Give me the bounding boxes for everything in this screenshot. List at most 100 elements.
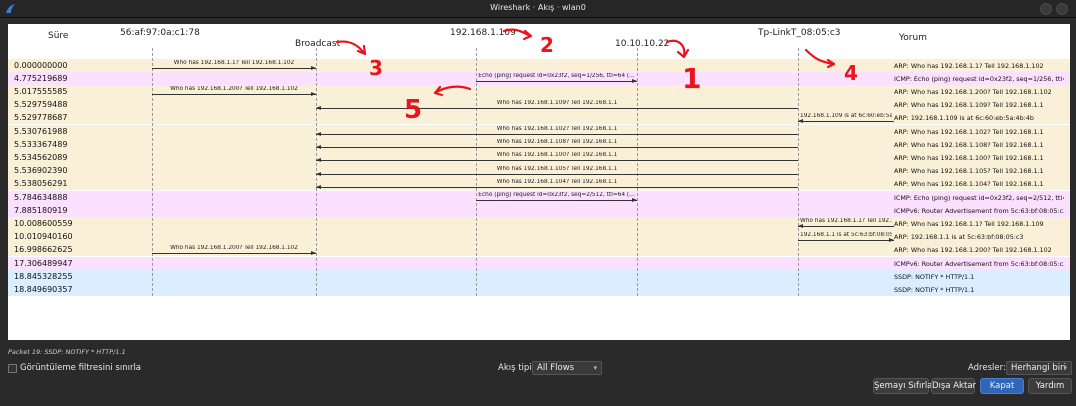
close-window-button[interactable] xyxy=(1056,3,1068,15)
row-time: 5.529759488 xyxy=(14,100,68,110)
arrowhead xyxy=(316,184,321,189)
addresses-value: Herhangi biri xyxy=(1011,363,1067,373)
flow-graph-window: Wireshark · Akış · wlan0 Süre Yorum 56:a… xyxy=(0,0,1076,406)
arrowhead xyxy=(311,250,316,255)
flow-row[interactable]: 10.010940160 ARP: 192.168.1.1 is at 5c:63… xyxy=(8,230,1070,244)
title-bar: Wireshark · Akış · wlan0 xyxy=(0,0,1076,18)
arrow-label: Who has 192.168.1.200? Tell 192.168.1.10… xyxy=(170,86,298,93)
row-comment: ARP: Who has 192.168.1.200? Tell 192.168… xyxy=(894,87,1052,96)
arrowhead xyxy=(311,92,316,97)
arrowhead xyxy=(316,145,321,150)
row-time: 7.885180919 xyxy=(14,205,68,215)
row-time: 5.538056291 xyxy=(14,179,68,189)
row-comment: SSDP: NOTIFY * HTTP/1.1 xyxy=(894,285,975,294)
row-time: 5.536902390 xyxy=(14,166,68,176)
row-comment: ICMPv6: Router Advertisement from 5c:63:… xyxy=(894,259,1064,268)
arrow-label: Who has 192.168.1.1? Tell 192.168.1.109 xyxy=(800,218,892,225)
arrow-label: Who has 192.168.1.104? Tell 192.168.1.1 xyxy=(496,178,618,185)
flow-arrow-line xyxy=(316,147,798,149)
row-comment: ARP: Who has 192.168.1.102? Tell 192.168… xyxy=(894,127,1044,136)
flow-arrow-line xyxy=(152,94,316,96)
row-comment: ICMP: Echo (ping) request id=0x23f2, seq… xyxy=(894,193,1064,202)
flow-type-value: All Flows xyxy=(537,363,575,373)
limit-filter-checkbox[interactable] xyxy=(8,364,17,373)
comment-column-header: Yorum xyxy=(899,33,927,43)
row-time: 18.849690357 xyxy=(14,284,73,294)
node-lifeline xyxy=(152,48,153,297)
node-header-mac: 56:af:97:0a:c1:78 xyxy=(120,28,200,38)
addresses-label: Adresler: xyxy=(968,363,1006,373)
flow-row[interactable]: 5.529778687 ARP: 192.168.1.109 is at 6c:6… xyxy=(8,111,1070,125)
flow-arrow-line xyxy=(476,200,637,201)
flow-graph-canvas[interactable]: Süre Yorum 56:af:97:0a:c1:78 Broadcast 1… xyxy=(8,24,1070,340)
row-comment: ARP: 192.168.1.1 is at 5c:63:bf:08:05:c3 xyxy=(894,233,1024,242)
row-time: 5.529778687 xyxy=(14,113,68,123)
flow-row[interactable]: 17.306489947 ICMPv6: Router Advertisement… xyxy=(8,256,1070,270)
arrow-label: Who has 192.168.1.105? Tell 192.168.1.1 xyxy=(496,165,618,172)
flow-row[interactable]: 10.008600559 ARP: Who has 192.168.1.1? Te… xyxy=(8,216,1070,231)
flow-arrow-line xyxy=(316,173,798,175)
arrowhead xyxy=(632,198,637,202)
flow-arrow-line xyxy=(476,81,637,83)
row-comment: ARP: Who has 192.168.1.100? Tell 192.168… xyxy=(894,153,1044,162)
flow-arrow-line xyxy=(798,239,894,241)
flow-type-select[interactable]: All Flows ▾ xyxy=(532,361,602,375)
bottom-controls: Görüntüleme filtresini sınırla Akış tipi… xyxy=(0,358,1076,406)
node-header-broadcast: Broadcast xyxy=(295,39,341,49)
help-button[interactable]: Yardım xyxy=(1028,378,1072,394)
row-comment: ARP: Who has 192.168.1.104? Tell 192.168… xyxy=(894,180,1044,189)
node-header-tplink: Tp-LinkT_08:05:c3 xyxy=(758,28,841,38)
export-button[interactable]: Dışa Aktar xyxy=(931,378,976,394)
arrow-label: Who has 192.168.1.100? Tell 192.168.1.1 xyxy=(496,152,618,159)
row-comment: ICMP: Echo (ping) request id=0x23f2, seq… xyxy=(894,74,1064,83)
row-time: 5.530761988 xyxy=(14,126,68,136)
flow-arrow-line xyxy=(798,120,894,122)
arrowhead xyxy=(316,132,321,136)
row-time: 4.775219689 xyxy=(14,73,68,83)
row-comment: ARP: Who has 192.168.1.200? Tell 192.168… xyxy=(894,246,1052,255)
flow-row[interactable]: 18.845328255 SSDP: NOTIFY * HTTP/1.1 xyxy=(8,269,1070,283)
arrow-label: Who has 192.168.1.1? Tell 192.168.1.102 xyxy=(173,60,295,66)
node-lifeline xyxy=(637,48,638,297)
flow-arrow-line xyxy=(798,226,894,228)
row-comment: ARP: Who has 192.168.1.108? Tell 192.168… xyxy=(894,140,1044,149)
close-button[interactable]: Kapat xyxy=(980,378,1024,394)
arrowhead xyxy=(316,158,321,163)
arrow-label: Who has 192.168.1.200? Tell 192.168.1.10… xyxy=(170,244,298,251)
chevron-down-icon: ▾ xyxy=(1063,364,1067,372)
row-time: 5.534562089 xyxy=(14,152,68,162)
window-title: Wireshark · Akış · wlan0 xyxy=(490,3,586,12)
row-comment: ARP: Who has 192.168.1.1? Tell 192.168.1… xyxy=(894,61,1044,70)
reset-diagram-button[interactable]: Şemayı Sıfırla xyxy=(873,378,932,394)
minimize-button[interactable] xyxy=(1040,3,1052,15)
addresses-select[interactable]: Herhangi biri ▾ xyxy=(1006,361,1072,375)
row-comment: ARP: Who has 192.168.1.109? Tell 192.168… xyxy=(894,101,1044,110)
limit-filter-label: Görüntüleme filtresini sınırla xyxy=(20,363,142,373)
arrow-label: Who has 192.168.1.108? Tell 192.168.1.1 xyxy=(496,139,618,146)
flow-type-label: Akış tipi: xyxy=(498,363,535,373)
node-header-ip-10-10-10-22: 10.10.10.22 xyxy=(615,39,670,49)
row-time: 18.845328255 xyxy=(14,271,73,281)
arrowhead xyxy=(311,66,316,70)
row-time: 10.008600559 xyxy=(14,218,73,228)
row-time: 5.017555585 xyxy=(14,86,68,96)
node-lifeline xyxy=(798,48,799,297)
time-column-header: Süre xyxy=(48,31,69,41)
row-time: 5.784634888 xyxy=(14,192,68,202)
row-time: 0.000000000 xyxy=(14,60,68,70)
flow-row[interactable]: 7.885180919 ICMPv6: Router Advertisement … xyxy=(8,203,1070,217)
flow-row[interactable]: 18.849690357 SSDP: NOTIFY * HTTP/1.1 xyxy=(8,282,1070,297)
chevron-down-icon: ▾ xyxy=(593,364,597,372)
arrow-label: Echo (ping) request id=0x23f2, seq=1/256… xyxy=(478,73,635,80)
arrow-label: Echo (ping) request id=0x23f2, seq=2/512… xyxy=(478,192,635,198)
arrowhead xyxy=(316,171,321,176)
flow-arrow-line xyxy=(316,186,798,188)
row-time: 5.533367489 xyxy=(14,139,68,149)
row-comment: ARP: 192.168.1.109 is at 6c:60:eb:5a:4b:… xyxy=(894,114,1034,123)
flow-arrow-line xyxy=(316,160,798,162)
flow-arrow-line xyxy=(152,68,316,69)
row-time: 16.998662625 xyxy=(14,245,73,255)
flow-arrow-line xyxy=(316,134,798,135)
node-header-ip-109: 192.168.1.109 xyxy=(450,28,516,38)
arrowhead xyxy=(889,237,894,242)
